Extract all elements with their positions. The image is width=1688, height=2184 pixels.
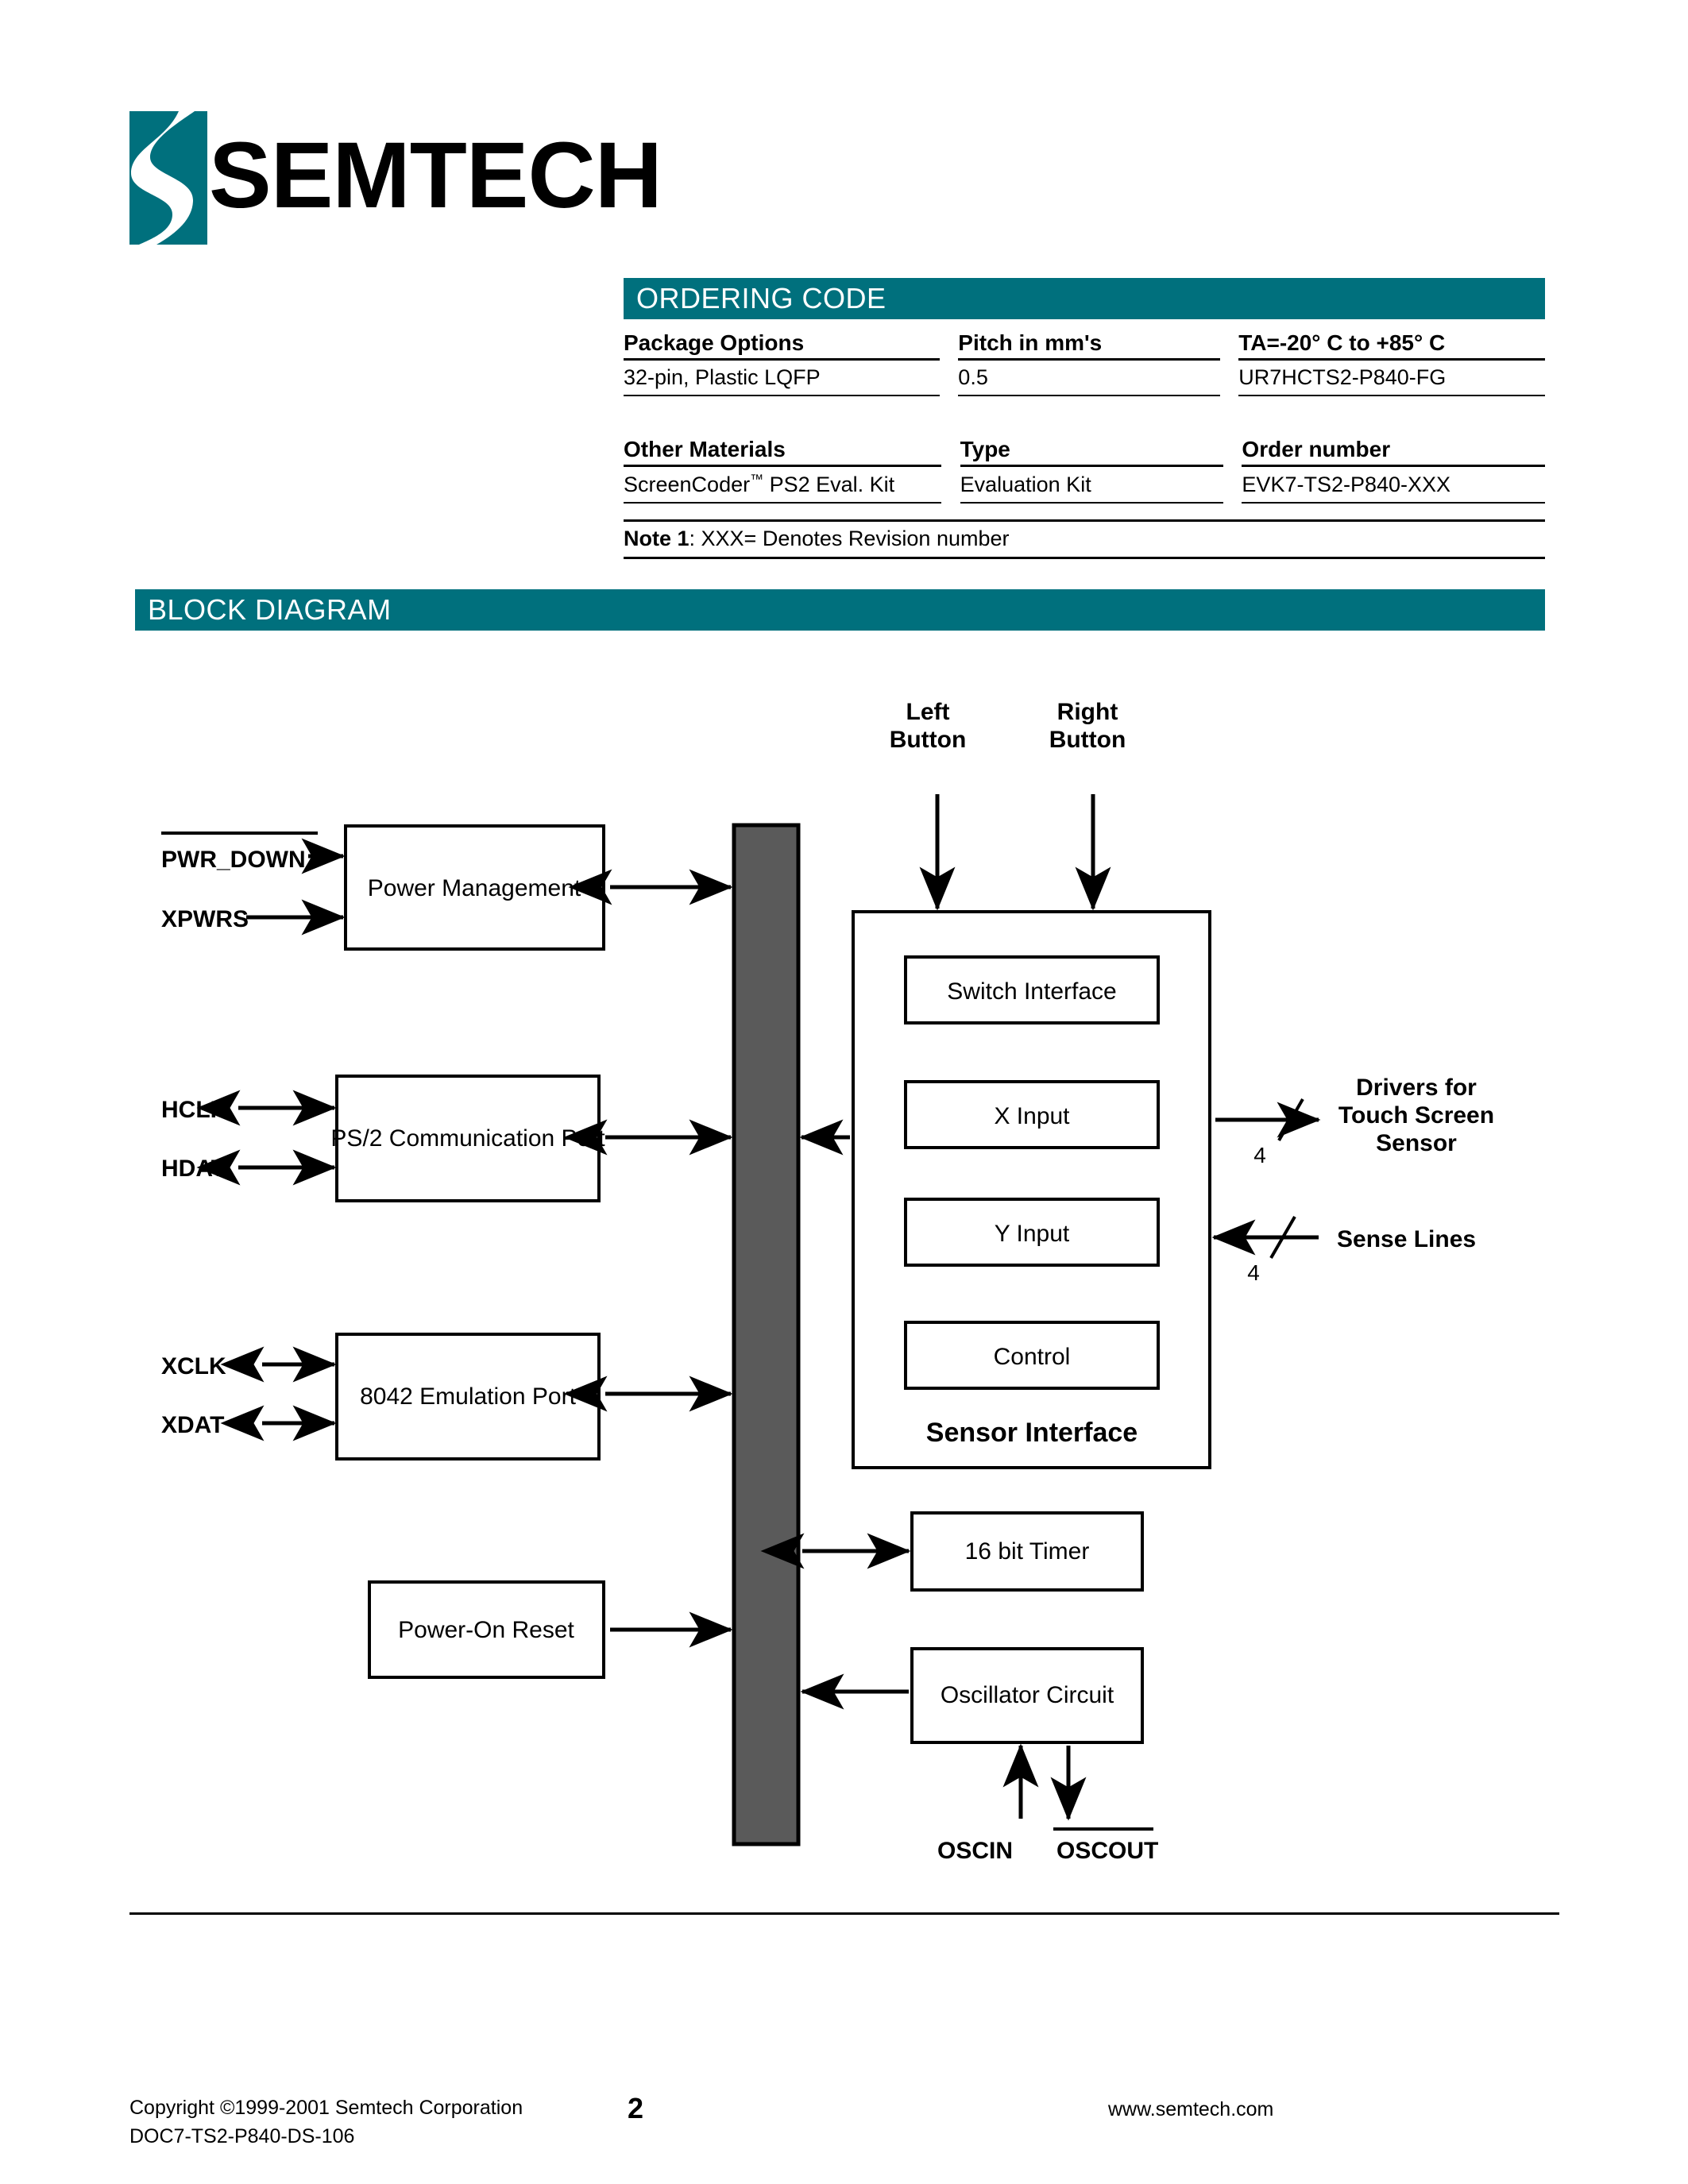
block-label-power-management: Power Management	[368, 875, 581, 901]
pin-label-xdat: XDAT	[161, 1412, 224, 1438]
pin-label-oscin: OSCIN	[937, 1838, 1013, 1864]
block-diagram: Power Management PWR_DOWN XPWRS PS/2 Com…	[161, 699, 1494, 1864]
block-label-emulation-port: 8042 Emulation Port	[360, 1383, 576, 1410]
block-label-timer: 16 bit Timer	[965, 1538, 1090, 1565]
label-left-button-line2: Button	[890, 727, 967, 753]
label-right-button-line1: Right	[1057, 699, 1118, 725]
pin-label-pwr-down: PWR_DOWN	[161, 847, 306, 873]
bus-width-sense: 4	[1247, 1260, 1260, 1285]
footer-document-id: DOC7-TS2-P840-DS-106	[129, 2125, 355, 2148]
label-sense-lines: Sense Lines	[1337, 1226, 1476, 1252]
footer-divider	[129, 1912, 1559, 1915]
block-label-oscillator: Oscillator Circuit	[941, 1682, 1114, 1708]
block-label-control: Control	[994, 1344, 1071, 1370]
pin-label-xpwrs: XPWRS	[161, 906, 249, 932]
label-right-button-line2: Button	[1049, 727, 1126, 753]
bus-width-drivers: 4	[1253, 1143, 1266, 1167]
block-label-switch-interface: Switch Interface	[947, 978, 1116, 1005]
block-label-ps2-port: PS/2 Communication Port	[330, 1125, 605, 1152]
label-drivers-line1: Drivers for	[1356, 1075, 1477, 1101]
pin-label-xclk: XCLK	[161, 1353, 226, 1379]
footer-website: www.semtech.com	[1108, 2098, 1274, 2120]
label-left-button-line1: Left	[906, 699, 950, 725]
page-number: 2	[628, 2092, 644, 2124]
block-label-y-input: Y Input	[995, 1221, 1070, 1247]
label-sensor-interface: Sensor Interface	[926, 1418, 1138, 1448]
footer-copyright-block: Copyright ©1999-2001 Semtech Corporation…	[129, 2093, 523, 2151]
pin-label-hclk: HCLK	[161, 1097, 228, 1123]
label-drivers-line3: Sensor	[1376, 1130, 1457, 1156]
block-label-power-on-reset: Power-On Reset	[398, 1617, 574, 1643]
block-label-x-input: X Input	[994, 1103, 1070, 1129]
pin-label-oscout: OSCOUT	[1056, 1838, 1158, 1864]
pin-label-hdat: HDAT	[161, 1156, 226, 1182]
footer-copyright: Copyright ©1999-2001 Semtech Corporation	[129, 2097, 523, 2119]
internal-bus	[732, 823, 801, 1846]
label-drivers-line2: Touch Screen	[1338, 1102, 1494, 1129]
